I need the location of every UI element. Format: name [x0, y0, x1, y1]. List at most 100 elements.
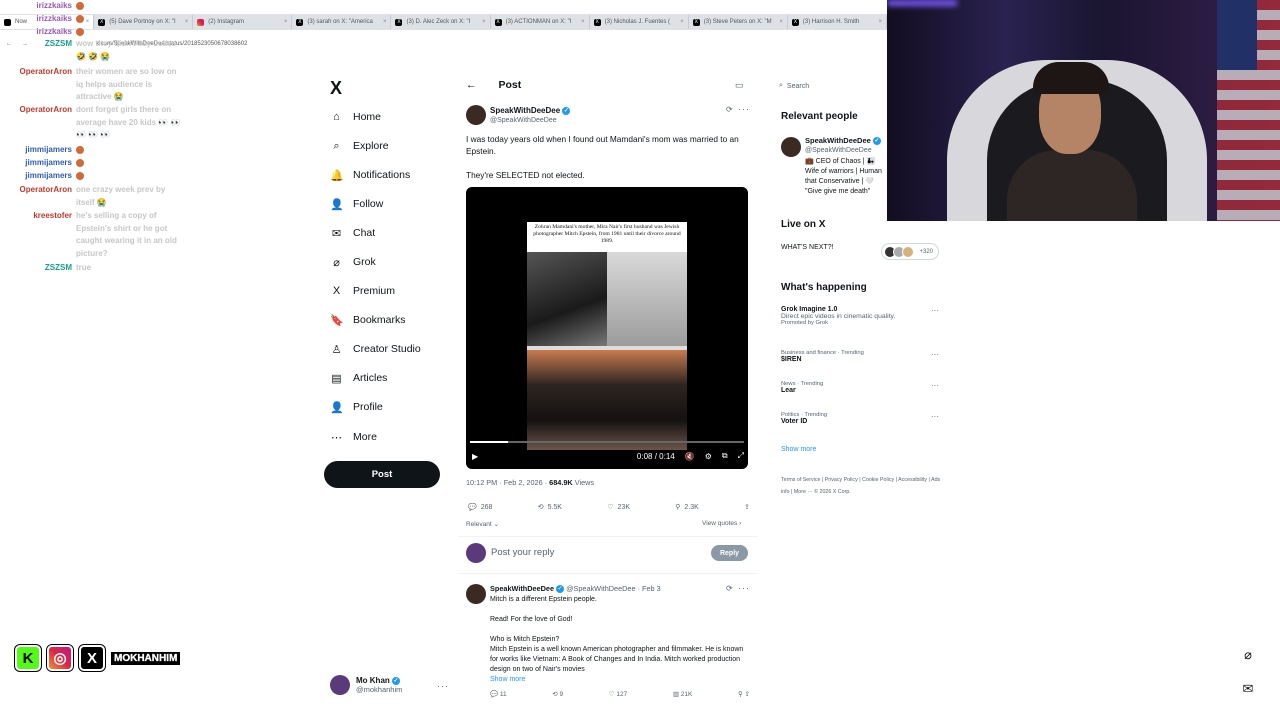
play-icon[interactable]: ▶: [472, 452, 478, 461]
messages-float-icon[interactable]: ✉: [1239, 680, 1257, 698]
trend-more-icon[interactable]: ···: [931, 350, 939, 359]
close-icon[interactable]: ×: [581, 19, 585, 25]
reply-author-avatar[interactable]: [466, 584, 486, 604]
close-icon[interactable]: ×: [878, 19, 882, 25]
sidebar-item-articles[interactable]: ▤ Articles: [330, 369, 387, 387]
browser-tab-label: (3) sarah on X: "America: [307, 19, 373, 25]
live-item-title[interactable]: WHAT'S NEXT?!: [781, 244, 834, 251]
browser-tab[interactable]: X (3) Steve Peters on X: "M ×: [689, 15, 788, 29]
sidebar-item-chat[interactable]: ✉ Chat: [330, 224, 375, 242]
tweet-author-avatar[interactable]: [466, 105, 486, 125]
post-button[interactable]: Post: [324, 461, 440, 488]
relevant-person-name[interactable]: SpeakWithDeeDee ✓: [805, 136, 881, 146]
search-input[interactable]: ⌕ Search: [779, 79, 887, 93]
trend-item[interactable]: Grok Imagine 1.0 Direct epic videos in ci…: [781, 306, 941, 326]
video-progress-bar[interactable]: [470, 441, 744, 443]
browser-tab[interactable]: (2) Instagram ×: [193, 15, 293, 29]
relevant-people-title: Relevant people: [781, 111, 858, 122]
trend-label: Lear: [781, 387, 796, 394]
x-logo[interactable]: X: [330, 78, 342, 99]
close-icon[interactable]: ×: [482, 19, 486, 25]
browser-tab-label: (3) Nicholas J. Fuentes (: [604, 19, 671, 25]
trend-more-icon[interactable]: ···: [931, 381, 939, 390]
trend-more-icon[interactable]: ···: [931, 306, 939, 315]
grok-icon[interactable]: ⟳: [726, 105, 733, 114]
tweet-views-label: Views: [572, 478, 595, 487]
sidebar-item-premium[interactable]: X Premium: [330, 282, 395, 300]
close-icon[interactable]: ×: [680, 19, 684, 25]
sidebar-item-profile[interactable]: 👤 Profile: [330, 398, 383, 416]
footer-links[interactable]: Terms of Service | Privacy Policy | Cook…: [781, 474, 941, 498]
bookmark-icon[interactable]: ⚲ ⇪: [738, 690, 750, 698]
repost-action[interactable]: ⟲ 9: [552, 690, 563, 698]
tweet-timestamp[interactable]: 10:12 PM · Feb 2, 2026 ·: [466, 478, 549, 487]
share-action[interactable]: ⇪: [744, 503, 750, 511]
reply-action[interactable]: 💬 11: [490, 690, 507, 698]
close-icon[interactable]: ×: [284, 19, 288, 25]
like-action[interactable]: ♡ 127: [609, 690, 628, 698]
relevant-person-handle[interactable]: @SpeakWithDeeDee: [805, 147, 872, 154]
mute-icon[interactable]: 🔇: [685, 452, 695, 461]
relevant-person-avatar[interactable]: [781, 137, 801, 157]
grok-float-icon[interactable]: ⌀: [1239, 646, 1257, 664]
close-icon[interactable]: ×: [383, 19, 387, 25]
repost-action[interactable]: ⟲ 5.5K: [538, 503, 562, 512]
browser-tab[interactable]: X (3) Harrison H. Smith ×: [788, 15, 887, 29]
browser-tab[interactable]: X (3) ACTIONMAN on X: "I ×: [491, 15, 590, 29]
search-icon: ⌕: [333, 139, 340, 152]
sidebar-item-explore[interactable]: ⌕ Explore: [330, 137, 388, 155]
browser-tab[interactable]: X (3) D. Alec Zeck on X: "I ×: [391, 15, 491, 29]
reader-icon[interactable]: ▭: [735, 80, 744, 91]
sidebar-item-bookmarks[interactable]: 🔖 Bookmarks: [330, 311, 406, 329]
chat-message: OperatorAron dont forget girls there on a…: [0, 104, 181, 142]
page-title: Post: [498, 79, 522, 91]
sidebar-item-notifications[interactable]: 🔔 Notifications: [330, 166, 410, 184]
browser-tab-label: (3) Steve Peters on X: "M: [703, 19, 772, 25]
live-listeners-badge[interactable]: +320: [881, 243, 939, 260]
sidebar-item-follow[interactable]: 👤 Follow: [330, 195, 383, 213]
bell-icon: 🔔: [330, 169, 344, 182]
browser-tab[interactable]: X (3) Nicholas J. Fuentes (×: [590, 15, 689, 29]
chat-username: jimmijamers: [25, 158, 72, 167]
reply-input[interactable]: Post your reply: [491, 547, 554, 558]
account-more-icon[interactable]: ···: [437, 681, 449, 691]
tweet-author-handle[interactable]: @SpeakWithDeeDee: [490, 117, 557, 124]
trend-item[interactable]: News · Trending Lear ···: [781, 381, 941, 394]
sidebar-item-home[interactable]: ⌂ Home: [330, 108, 381, 126]
reply-more-icon[interactable]: ···: [738, 583, 750, 593]
chat-username: OperatorAron: [19, 185, 72, 194]
close-icon[interactable]: ×: [185, 19, 189, 25]
sidebar-item-more[interactable]: ⋯ More: [330, 428, 377, 446]
fullscreen-icon[interactable]: ⤢: [738, 451, 744, 461]
close-icon[interactable]: ×: [779, 19, 783, 25]
trend-more-icon[interactable]: ···: [931, 412, 939, 421]
creator-icon: ♙: [331, 343, 342, 356]
trend-item[interactable]: Business and finance · Trending $IREN ···: [781, 350, 941, 363]
reply-sort-dropdown[interactable]: Relevant ⌄: [466, 520, 499, 528]
tweet-views-count: 684.9K: [549, 478, 573, 487]
chat-message: OperatorAron one crazy week prev by itsel…: [0, 184, 181, 209]
reply-button[interactable]: Reply: [711, 545, 748, 561]
tweet-video[interactable]: Zohran Mamdani's mother, Mira Nair's fir…: [466, 187, 748, 469]
tweet-text: I was today years old when I found out M…: [466, 133, 751, 181]
trend-item[interactable]: Politics · Trending Voter ID ···: [781, 412, 941, 425]
sidebar-item-grok[interactable]: ⌀ Grok: [330, 253, 376, 271]
bookmark-action[interactable]: ⚲ 2.3K: [675, 503, 699, 512]
views-action[interactable]: ▥ 21K: [673, 690, 693, 698]
reply-action[interactable]: 💬 268: [468, 503, 492, 512]
browser-tab[interactable]: X (3) sarah on X: "America ×: [292, 15, 392, 29]
grok-icon[interactable]: ⟳: [726, 584, 733, 593]
tweet-more-icon[interactable]: ···: [738, 104, 750, 114]
settings-icon[interactable]: ⚙: [705, 452, 712, 461]
pip-icon[interactable]: ⧉: [722, 451, 728, 461]
tweet-author-name[interactable]: SpeakWithDeeDee ✓: [490, 106, 571, 115]
sidebar-item-creator-studio[interactable]: ♙ Creator Studio: [330, 340, 421, 358]
account-switcher[interactable]: Mo Khan ✓ @mokhanhim: [330, 675, 402, 695]
account-name: Mo Khan: [356, 676, 390, 685]
view-quotes-link[interactable]: View quotes ›: [702, 520, 741, 527]
show-more-trends[interactable]: Show more: [781, 446, 816, 453]
like-action[interactable]: ♡ 23K: [607, 503, 630, 512]
back-arrow-icon[interactable]: ←: [466, 79, 477, 91]
show-more-link[interactable]: Show more: [490, 675, 750, 685]
reply-author[interactable]: SpeakWithDeeDee ✓ @SpeakWithDeeDee · Feb…: [490, 584, 661, 594]
